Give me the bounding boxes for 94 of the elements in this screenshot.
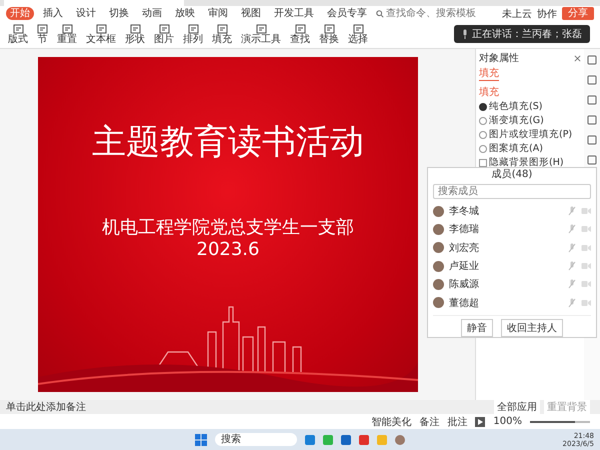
- menu-tab[interactable]: 开始: [6, 7, 34, 20]
- radio-button[interactable]: [479, 102, 487, 110]
- toolbar-button[interactable]: 排列: [183, 24, 203, 45]
- toolbar-icon: [256, 24, 266, 34]
- member-action-button[interactable]: 收回主持人: [501, 318, 563, 337]
- member-name[interactable]: 李德瑞: [449, 222, 563, 236]
- member-name[interactable]: 卢延业: [449, 259, 563, 274]
- toolbar-icon: [130, 24, 140, 34]
- fill-option-label: 图案填充(A): [489, 142, 543, 155]
- avatar-placeholder: [433, 260, 444, 272]
- toolbar-button[interactable]: 图片: [154, 24, 174, 45]
- avatar-placeholder: [433, 278, 444, 290]
- menu-tab[interactable]: 放映: [171, 7, 199, 20]
- folder-icon[interactable]: [377, 434, 387, 444]
- radio-button[interactable]: [479, 116, 487, 124]
- toolbar-button[interactable]: 填充: [212, 24, 232, 45]
- menu-tab[interactable]: 插入: [39, 7, 67, 20]
- toolbar-button[interactable]: 节: [37, 24, 48, 45]
- toolbar-icon: [294, 24, 306, 34]
- fill-option-label: 纯色填充(S): [489, 100, 542, 113]
- toolbar-button[interactable]: 选择: [348, 24, 368, 45]
- panel-title: 对象属性: [479, 52, 519, 65]
- menu-tab[interactable]: 切换: [105, 7, 133, 20]
- zoom-value[interactable]: 100%: [493, 416, 522, 427]
- background-button[interactable]: 全部应用: [494, 400, 540, 414]
- toolbar-icon: [37, 24, 48, 34]
- document-app-icon[interactable]: [359, 434, 369, 444]
- muted-microphone-icon[interactable]: [568, 279, 576, 290]
- collaborate-link[interactable]: 协作: [537, 6, 557, 20]
- toolbar-icon: [12, 24, 24, 34]
- browser-icon[interactable]: [305, 434, 315, 444]
- avatar-placeholder: [433, 224, 444, 235]
- speaking-text: 正在讲话：兰丙春；张磊: [472, 28, 582, 41]
- slide-subtitle: 机电工程学院党总支学生一支部: [102, 216, 354, 239]
- cloud-status-text[interactable]: 未上云: [502, 6, 532, 20]
- toolbar-icon: [158, 24, 170, 34]
- menu-tab[interactable]: 审阅: [204, 7, 232, 20]
- start-icon[interactable]: [195, 434, 207, 446]
- menu-tab[interactable]: 动画: [138, 7, 166, 20]
- fill-section-header[interactable]: 填充: [479, 85, 581, 99]
- taskbar-search-field[interactable]: 搜索: [215, 433, 297, 446]
- notes-placeholder[interactable]: 单击此处添加备注: [6, 400, 86, 414]
- chat-icon[interactable]: [323, 434, 333, 444]
- share-button[interactable]: 分享: [562, 7, 594, 20]
- muted-microphone-icon[interactable]: [568, 261, 576, 272]
- menu-tab[interactable]: 会员专享: [323, 7, 371, 20]
- muted-microphone-icon[interactable]: [568, 224, 576, 234]
- avatar-placeholder: [433, 242, 444, 254]
- slide-date: 2023.6: [196, 239, 260, 260]
- toolbar-icon: [62, 24, 72, 34]
- slide-title: 主题教育读书活动: [92, 121, 364, 164]
- toolbar-icon: [216, 24, 228, 34]
- play-icon[interactable]: [475, 416, 486, 426]
- member-name[interactable]: 董德超: [449, 296, 563, 310]
- avatar-icon[interactable]: [395, 434, 405, 444]
- radio-button[interactable]: [479, 130, 487, 138]
- members-title: 成员(48): [492, 169, 532, 180]
- app-icon[interactable]: [341, 434, 351, 444]
- toolbar-icon: [352, 24, 364, 34]
- microphone-icon: [462, 29, 468, 39]
- avatar-placeholder: [433, 206, 444, 217]
- member-action-button[interactable]: 静音: [461, 318, 493, 337]
- menu-tab[interactable]: 设计: [72, 7, 100, 20]
- muted-microphone-icon[interactable]: [568, 298, 576, 308]
- avatar-placeholder: [433, 297, 444, 308]
- toolbar-icon: [96, 24, 106, 34]
- toolbar-button[interactable]: 演示工具: [241, 24, 281, 45]
- fill-option-label: 渐变填充(G): [489, 114, 544, 127]
- menu-tab[interactable]: 视图: [237, 7, 265, 20]
- toolbar-button[interactable]: 重置: [57, 24, 77, 45]
- search-icon: [376, 10, 384, 18]
- toolbar-icon: [188, 24, 198, 34]
- radio-button[interactable]: [479, 144, 487, 152]
- comments-button[interactable]: 批注: [447, 414, 468, 428]
- member-name[interactable]: 陈威源: [449, 277, 563, 292]
- menu-tab[interactable]: 开发工具: [270, 7, 318, 20]
- fill-tab[interactable]: 填充: [479, 66, 499, 81]
- command-search-field[interactable]: 查找命令、搜索模板: [376, 8, 486, 19]
- muted-microphone-icon[interactable]: [568, 242, 576, 253]
- beautify-button[interactable]: 智能美化: [371, 414, 412, 428]
- toolbar-icon: [324, 24, 334, 34]
- muted-microphone-icon[interactable]: [568, 206, 576, 216]
- toolbar-button[interactable]: 替换: [319, 24, 339, 45]
- checkbox-label: 隐藏背景图形(H): [489, 156, 564, 168]
- toolbar-button[interactable]: 文本框: [86, 24, 116, 45]
- member-name[interactable]: 李冬城: [449, 204, 563, 218]
- toolbar-button[interactable]: 形状: [125, 24, 145, 45]
- toolbar-button[interactable]: 版式: [8, 24, 28, 45]
- member-name[interactable]: 刘宏亮: [449, 240, 563, 255]
- fill-option-label: 图片或纹理填充(P): [489, 128, 572, 141]
- close-icon[interactable]: [574, 54, 581, 62]
- member-search-field[interactable]: 搜索成员: [433, 184, 591, 199]
- notes-button[interactable]: 备注: [419, 414, 440, 428]
- toolbar-button[interactable]: 查找: [290, 24, 310, 45]
